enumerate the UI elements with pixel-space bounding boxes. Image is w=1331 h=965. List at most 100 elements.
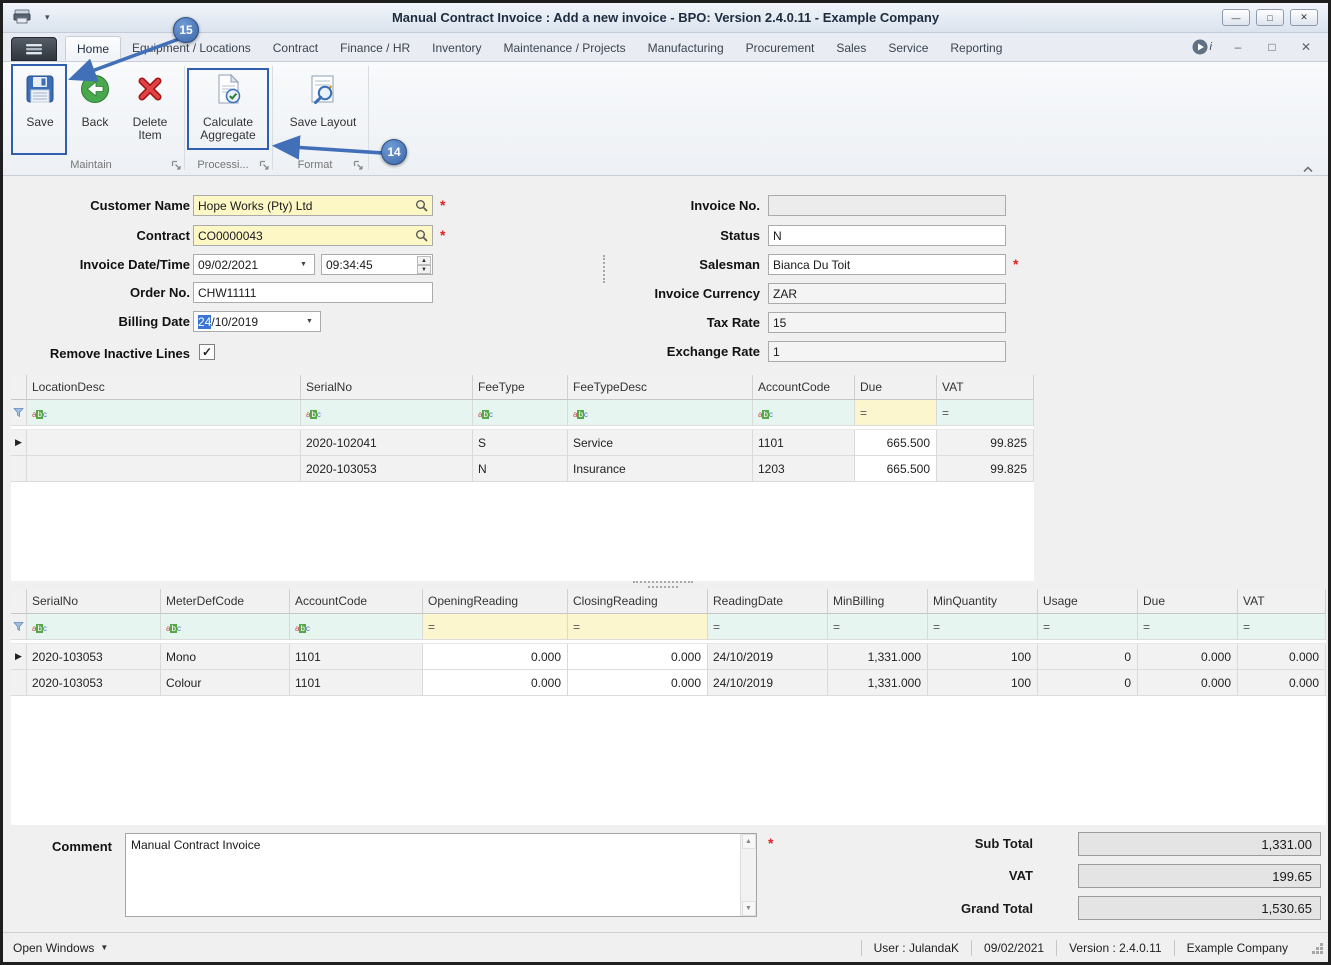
tab-maintenance-projects[interactable]: Maintenance / Projects: [493, 36, 637, 61]
grid-cell[interactable]: 100: [928, 670, 1038, 696]
dialog-launcher-icon[interactable]: [353, 160, 364, 174]
back-button[interactable]: Back: [73, 66, 117, 129]
tab-inventory[interactable]: Inventory: [421, 36, 492, 61]
column-header[interactable]: AccountCode: [753, 375, 855, 400]
grid-splitter-handle[interactable]: [648, 586, 678, 588]
application-menu-button[interactable]: [11, 37, 57, 61]
grid-cell[interactable]: Service: [568, 430, 753, 456]
filter-cell[interactable]: =: [568, 614, 708, 640]
grid-cell[interactable]: 665.500: [855, 456, 937, 482]
media-help-icon[interactable]: i: [1192, 39, 1212, 55]
delete-item-button[interactable]: Delete Item: [121, 66, 179, 142]
tab-manufacturing[interactable]: Manufacturing: [637, 36, 735, 61]
filter-cell[interactable]: =: [928, 614, 1038, 640]
filter-cell[interactable]: =: [423, 614, 568, 640]
column-header[interactable]: VAT: [1238, 589, 1326, 614]
filter-cell[interactable]: =: [1238, 614, 1326, 640]
filter-cell[interactable]: abc: [161, 614, 290, 640]
grid-cell[interactable]: 1,331.000: [828, 644, 928, 670]
column-header[interactable]: Due: [1138, 589, 1238, 614]
time-spinner[interactable]: ▲ ▼: [417, 256, 431, 274]
grid-cell[interactable]: 1101: [290, 644, 423, 670]
filter-cell[interactable]: =: [1138, 614, 1238, 640]
scroll-down-icon[interactable]: ▼: [742, 901, 756, 916]
save-layout-button[interactable]: Save Layout: [283, 66, 363, 129]
ribbon-minimize-button[interactable]: –: [1230, 40, 1246, 54]
grid-cell[interactable]: Mono: [161, 644, 290, 670]
column-header[interactable]: Due: [855, 375, 937, 400]
grid-cell[interactable]: 1,331.000: [828, 670, 928, 696]
grid-cell[interactable]: 1101: [753, 430, 855, 456]
column-header[interactable]: Usage: [1038, 589, 1138, 614]
order-no-input[interactable]: CHW11111: [193, 282, 433, 303]
column-header[interactable]: MinQuantity: [928, 589, 1038, 614]
comment-scrollbar[interactable]: ▲ ▼: [740, 834, 756, 916]
column-header[interactable]: AccountCode: [290, 589, 423, 614]
ribbon-restore-button[interactable]: □: [1264, 40, 1280, 54]
tab-procurement[interactable]: Procurement: [735, 36, 826, 61]
grid-cell[interactable]: S: [473, 430, 568, 456]
filter-cell[interactable]: abc: [27, 400, 301, 426]
contract-input[interactable]: CO0000043: [193, 225, 433, 246]
filter-cell[interactable]: =: [708, 614, 828, 640]
ribbon-close-button[interactable]: ✕: [1298, 40, 1314, 54]
grid-cell[interactable]: 665.500: [855, 430, 937, 456]
tab-reporting[interactable]: Reporting: [939, 36, 1013, 61]
column-header[interactable]: FeeType: [473, 375, 568, 400]
filter-cell[interactable]: abc: [753, 400, 855, 426]
column-header[interactable]: FeeTypeDesc: [568, 375, 753, 400]
billing-date-input[interactable]: 24/10/2019 ▼: [193, 311, 321, 332]
search-icon[interactable]: [415, 199, 428, 212]
grid-cell[interactable]: 0.000: [568, 670, 708, 696]
column-header[interactable]: ClosingReading: [568, 589, 708, 614]
grid-cell[interactable]: 100: [928, 644, 1038, 670]
grid-cell[interactable]: 0.000: [423, 644, 568, 670]
grid-cell[interactable]: 2020-103053: [301, 456, 473, 482]
spin-down-icon[interactable]: ▼: [417, 265, 431, 274]
grid-cell[interactable]: 0.000: [423, 670, 568, 696]
column-header[interactable]: ReadingDate: [708, 589, 828, 614]
grid-cell[interactable]: Insurance: [568, 456, 753, 482]
minimize-button[interactable]: —: [1222, 9, 1250, 26]
scroll-up-icon[interactable]: ▲: [742, 834, 756, 849]
open-windows-button[interactable]: Open Windows ▼: [3, 941, 118, 955]
ribbon-collapse-icon[interactable]: [1302, 162, 1314, 176]
grid-cell[interactable]: 24/10/2019: [708, 644, 828, 670]
column-header[interactable]: VAT: [937, 375, 1034, 400]
dropdown-icon[interactable]: ▼: [303, 318, 316, 325]
grid-cell[interactable]: 0.000: [1238, 670, 1326, 696]
filter-cell[interactable]: abc: [27, 614, 161, 640]
grid-cell[interactable]: [27, 430, 301, 456]
filter-cell[interactable]: =: [855, 400, 937, 426]
filter-cell[interactable]: abc: [473, 400, 568, 426]
grid-cell[interactable]: 0.000: [1138, 670, 1238, 696]
grid-cell[interactable]: 2020-102041: [301, 430, 473, 456]
grid-cell[interactable]: 0: [1038, 670, 1138, 696]
tab-service[interactable]: Service: [877, 36, 939, 61]
column-header[interactable]: MinBilling: [828, 589, 928, 614]
search-icon[interactable]: [415, 229, 428, 242]
grid-cell[interactable]: 99.825: [937, 456, 1034, 482]
comment-input[interactable]: Manual Contract Invoice ▲ ▼: [125, 833, 757, 917]
maximize-button[interactable]: □: [1256, 9, 1284, 26]
grid-cell[interactable]: 1203: [753, 456, 855, 482]
remove-inactive-lines-checkbox[interactable]: ✓: [199, 344, 215, 360]
column-header[interactable]: LocationDesc: [27, 375, 301, 400]
invoice-time-input[interactable]: 09:34:45 ▲ ▼: [321, 254, 433, 275]
tax-rate-input[interactable]: 15: [768, 312, 1006, 333]
grid-cell[interactable]: N: [473, 456, 568, 482]
form-splitter-handle[interactable]: [603, 255, 605, 283]
customer-name-input[interactable]: Hope Works (Pty) Ltd: [193, 195, 433, 216]
grid-splitter-handle[interactable]: [633, 581, 693, 583]
grid-cell[interactable]: 0: [1038, 644, 1138, 670]
spin-up-icon[interactable]: ▲: [417, 256, 431, 265]
dropdown-icon[interactable]: ▼: [297, 261, 310, 268]
filter-cell[interactable]: abc: [290, 614, 423, 640]
grid-cell[interactable]: 0.000: [1138, 644, 1238, 670]
filter-cell[interactable]: =: [828, 614, 928, 640]
tab-contract[interactable]: Contract: [262, 36, 329, 61]
status-input[interactable]: N: [768, 225, 1006, 246]
invoice-date-input[interactable]: 09/02/2021 ▼: [193, 254, 315, 275]
tab-finance-hr[interactable]: Finance / HR: [329, 36, 421, 61]
grid-cell[interactable]: 0.000: [568, 644, 708, 670]
